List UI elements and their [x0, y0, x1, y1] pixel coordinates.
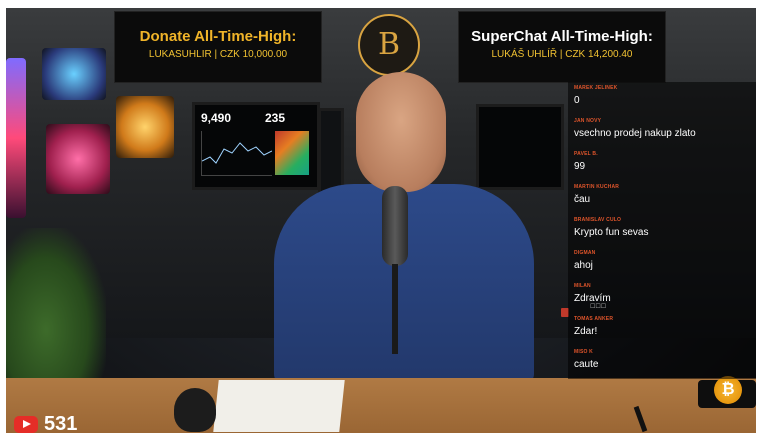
chat-username: MARTIN KUCHAR	[574, 184, 620, 190]
chat-username: MILAN	[574, 283, 591, 289]
chat-text: 99	[574, 161, 586, 172]
market-heatmap	[275, 131, 309, 175]
pink-light-panel	[46, 124, 110, 194]
blue-light-strip	[6, 58, 26, 218]
chat-username: MAREK JELINEK	[574, 85, 618, 91]
microphone	[382, 186, 408, 266]
donate-banner: Donate All-Time-High: LUKASUHLIR | CZK 1…	[114, 11, 322, 83]
chat-text: čau	[574, 194, 591, 205]
chat-text: caute	[574, 359, 599, 370]
chat-text: Zdar!	[574, 326, 598, 337]
superchat-banner: SuperChat All-Time-High: LUKÁŠ UHLÍŘ | C…	[458, 11, 666, 83]
chat-message: PAVEL B. 99	[568, 148, 756, 181]
price-chart-line	[201, 142, 273, 164]
bitcoin-coin-icon: ₿	[714, 376, 742, 404]
neon-panel	[42, 48, 106, 100]
chat-text: vsechno prodej nakup zlato	[574, 128, 696, 139]
chat-message: TOMAS ANKER Zdar!	[568, 313, 756, 346]
viewer-count: 531	[44, 413, 78, 433]
chat-username: JAN NOVY	[574, 118, 602, 124]
superchat-title: SuperChat All-Time-High:	[471, 28, 653, 45]
chat-message: JAN NOVY vsechno prodej nakup zlato	[568, 115, 756, 148]
price-chart	[201, 131, 273, 176]
btc-price-stat: 9,490	[201, 111, 232, 125]
microphone-stand	[392, 264, 398, 354]
computer-mouse	[174, 388, 216, 432]
chat-message: BRANISLAV CULO Krypto fun sevas	[568, 214, 756, 247]
chat-message: DIGMAN ahoj	[568, 247, 756, 280]
chat-text: 0	[574, 95, 580, 106]
paper-sheet	[213, 380, 345, 432]
superchat-subtitle: LUKÁŠ UHLÍŘ | CZK 14,200.40	[491, 49, 633, 60]
bitcoin-logo: B	[358, 14, 420, 76]
trading-monitor: 9,490 235	[192, 102, 320, 190]
chat-text: Krypto fun sevas	[574, 227, 649, 238]
youtube-icon	[14, 416, 38, 433]
eth-price-stat: 235	[265, 111, 286, 125]
streamer-head	[356, 72, 446, 192]
side-monitor	[476, 104, 564, 190]
chat-message: MISO K caute	[568, 346, 756, 379]
chat-text: ahoj	[574, 260, 593, 271]
chat-username: MISO K	[574, 349, 593, 355]
donate-subtitle: LUKASUHLIR | CZK 10,000.00	[148, 49, 288, 60]
chat-emotes: ☐☐☐	[590, 303, 607, 310]
chat-message: MAREK JELINEK 0	[568, 82, 756, 115]
chat-username: BRANISLAV CULO	[574, 217, 622, 223]
live-chat-overlay: MAREK JELINEK 0 JAN NOVY vsechno prodej …	[561, 82, 756, 379]
plant	[6, 228, 106, 398]
video-frame[interactable]: Donate All-Time-High: LUKASUHLIR | CZK 1…	[6, 8, 756, 433]
chat-username: PAVEL B.	[574, 151, 598, 157]
chat-message: MILAN Zdravím ☐☐☐	[568, 280, 756, 313]
chat-message: MARTIN KUCHAR čau	[568, 181, 756, 214]
donate-title: Donate All-Time-High:	[139, 28, 297, 45]
chat-username: DIGMAN	[574, 250, 596, 256]
chat-username: TOMAS ANKER	[574, 316, 614, 322]
lamp-light	[116, 96, 174, 158]
